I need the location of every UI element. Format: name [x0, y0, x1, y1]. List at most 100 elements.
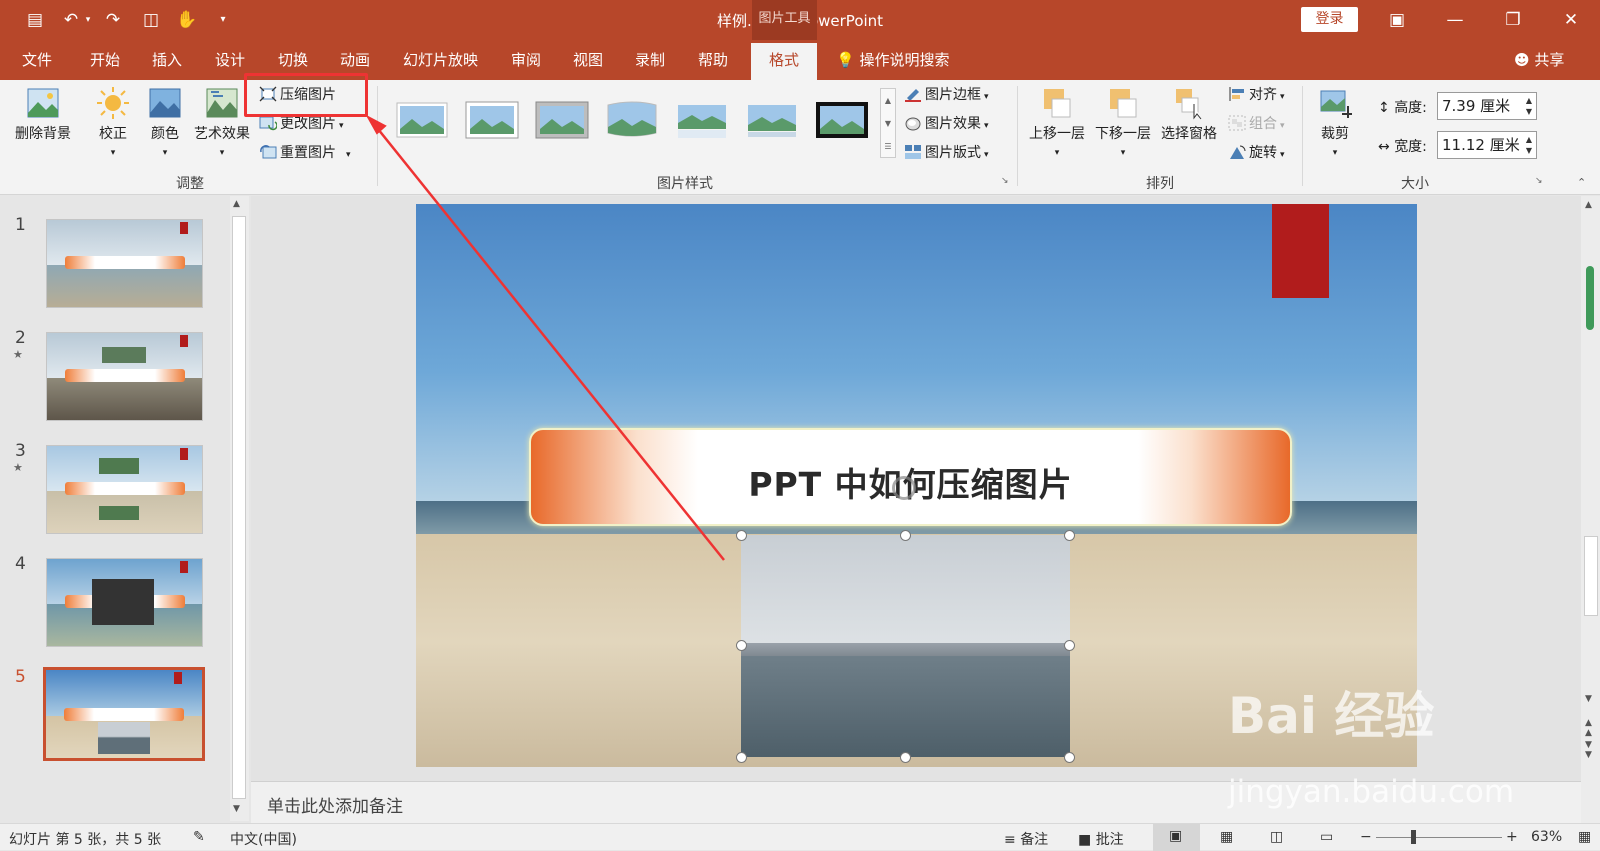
tab-help[interactable]: 帮助: [698, 48, 728, 72]
slide-thumbnail-2[interactable]: [46, 332, 203, 421]
height-input[interactable]: 7.39 厘米 ▲ ▼: [1437, 92, 1537, 120]
previous-slide-icon[interactable]: ▲ ▲: [1585, 718, 1592, 738]
slide-sorter-view-icon[interactable]: ▦: [1220, 829, 1233, 845]
tab-animations[interactable]: 动画: [340, 48, 370, 72]
artistic-effects-button[interactable]: 艺术效果 ▾: [192, 86, 252, 159]
picture-effects-label: 图片效果: [925, 116, 981, 132]
resize-handle[interactable]: [1064, 752, 1075, 763]
picture-color-icon: [149, 88, 181, 118]
send-backward-button[interactable]: 下移一层 ▾: [1092, 86, 1154, 159]
comments-toggle-label: 批注: [1095, 832, 1124, 848]
crop-button[interactable]: 裁剪 ▾: [1314, 86, 1356, 159]
resize-handle[interactable]: [736, 752, 747, 763]
thumbnail-scrollbar[interactable]: ▲ ▼: [230, 196, 249, 821]
selected-picture[interactable]: [741, 535, 1070, 757]
zoom-out-icon[interactable]: −: [1360, 829, 1372, 845]
picture-layout-button[interactable]: 图片版式 ▾: [904, 141, 989, 165]
picture-styles-launcher-icon[interactable]: ↘: [1001, 176, 1009, 186]
rotate-button[interactable]: 旋转 ▾: [1228, 141, 1285, 165]
resize-handle[interactable]: [1064, 640, 1075, 651]
slide-thumbnail-1[interactable]: [46, 219, 203, 308]
gallery-up-icon[interactable]: ▲: [885, 96, 891, 105]
tell-me-search[interactable]: 💡 操作说明搜索: [836, 48, 949, 72]
notes-toggle[interactable]: ≡ 备注: [1004, 829, 1048, 849]
slide-red-tab[interactable]: [1272, 204, 1329, 298]
send-backward-icon: [1110, 89, 1137, 118]
picture-style-2[interactable]: [464, 99, 520, 141]
reset-picture-button[interactable]: 重置图片 ▾: [259, 141, 351, 165]
slideshow-view-icon[interactable]: ▭: [1320, 829, 1333, 845]
resize-handle[interactable]: [1064, 530, 1075, 541]
reading-view-icon[interactable]: ◫: [1270, 829, 1283, 845]
scroll-up-icon[interactable]: ▲: [1585, 200, 1592, 210]
tab-home[interactable]: 开始: [90, 48, 120, 72]
login-button[interactable]: 登录: [1301, 7, 1358, 32]
picture-style-1[interactable]: [394, 99, 450, 141]
tab-format[interactable]: 格式: [751, 43, 818, 80]
width-input[interactable]: 11.12 厘米 ▲ ▼: [1437, 131, 1537, 159]
picture-style-6[interactable]: [744, 99, 800, 141]
tab-insert[interactable]: 插入: [152, 48, 182, 72]
gallery-down-icon[interactable]: ▼: [885, 119, 891, 128]
scroll-down-icon[interactable]: ▼: [233, 804, 240, 814]
slide-zoom-marker[interactable]: [1586, 266, 1594, 330]
resize-handle[interactable]: [736, 640, 747, 651]
close-icon[interactable]: ✕: [1548, 6, 1594, 34]
slide-counter[interactable]: 幻灯片 第 5 张，共 5 张: [9, 829, 161, 849]
normal-view-button[interactable]: ▣: [1153, 824, 1200, 851]
gallery-scroll[interactable]: ▲ ▼ ☰: [880, 88, 896, 158]
comments-toggle[interactable]: ■ 批注: [1078, 829, 1124, 849]
tab-record[interactable]: 录制: [635, 48, 665, 72]
zoom-level[interactable]: 63%: [1531, 829, 1562, 845]
picture-style-3[interactable]: [534, 99, 590, 141]
selection-pane-button[interactable]: 选择窗格: [1158, 86, 1220, 143]
language-indicator[interactable]: 中文(中国): [230, 829, 297, 849]
align-button[interactable]: 对齐 ▾: [1228, 83, 1285, 107]
tab-review[interactable]: 审阅: [511, 48, 541, 72]
tab-view[interactable]: 视图: [573, 48, 603, 72]
slide-thumbnail-5[interactable]: [43, 667, 205, 761]
picture-border-button[interactable]: 图片边框 ▾: [904, 83, 989, 107]
slide-thumbnail-3[interactable]: [46, 445, 203, 534]
spell-check-icon[interactable]: ✎: [193, 829, 205, 845]
picture-style-4[interactable]: [604, 99, 660, 141]
slide-thumbnail-4[interactable]: [46, 558, 203, 647]
tab-file[interactable]: 文件: [22, 48, 52, 72]
bring-forward-button[interactable]: 上移一层 ▾: [1026, 86, 1088, 159]
selection-pane-icon: [1176, 89, 1202, 120]
height-spinner[interactable]: ▲ ▼: [1526, 95, 1532, 117]
resize-handle[interactable]: [900, 752, 911, 763]
color-button[interactable]: 颜色 ▾: [144, 86, 186, 159]
zoom-slider-thumb[interactable]: [1411, 830, 1416, 844]
next-slide-icon[interactable]: ▼ ▼: [1585, 740, 1592, 760]
group-objects-button[interactable]: 组合 ▾: [1228, 112, 1285, 136]
minimize-icon[interactable]: —: [1432, 6, 1478, 34]
share-button[interactable]: ☻ 共享: [1514, 48, 1564, 72]
resize-handle[interactable]: [736, 530, 747, 541]
restore-icon[interactable]: ❐: [1490, 6, 1536, 34]
notes-placeholder[interactable]: 单击此处添加备注: [267, 792, 403, 817]
editor-scroll-thumb[interactable]: [1584, 536, 1598, 616]
remove-background-button[interactable]: 删除背景: [12, 86, 74, 143]
picture-style-7[interactable]: [814, 99, 870, 141]
picture-style-5[interactable]: [674, 99, 730, 141]
picture-effects-button[interactable]: 图片效果 ▾: [904, 112, 989, 136]
width-spinner[interactable]: ▲ ▼: [1526, 134, 1532, 156]
fit-to-window-icon[interactable]: ▦: [1578, 829, 1591, 845]
editor-scrollbar[interactable]: ▲ ▼ ▲ ▲ ▼ ▼: [1581, 196, 1600, 823]
zoom-in-icon[interactable]: +: [1506, 829, 1518, 845]
tab-slide-show[interactable]: 幻灯片放映: [403, 48, 478, 72]
zoom-slider-track[interactable]: [1376, 837, 1502, 838]
tab-design[interactable]: 设计: [215, 48, 245, 72]
ribbon-display-options-icon[interactable]: ▣: [1374, 6, 1420, 34]
scroll-down-icon[interactable]: ▼: [1585, 694, 1592, 704]
rotate-handle-icon[interactable]: [892, 476, 916, 500]
resize-handle[interactable]: [900, 530, 911, 541]
scroll-up-icon[interactable]: ▲: [233, 199, 240, 209]
gallery-more-icon[interactable]: ☰: [884, 142, 891, 151]
thumbnail-scroll-thumb[interactable]: [232, 216, 246, 799]
size-launcher-icon[interactable]: ↘: [1535, 176, 1543, 186]
corrections-button[interactable]: 校正 ▾: [92, 86, 134, 159]
tab-transitions[interactable]: 切换: [278, 48, 308, 72]
collapse-ribbon-icon[interactable]: ⌃: [1577, 176, 1586, 189]
